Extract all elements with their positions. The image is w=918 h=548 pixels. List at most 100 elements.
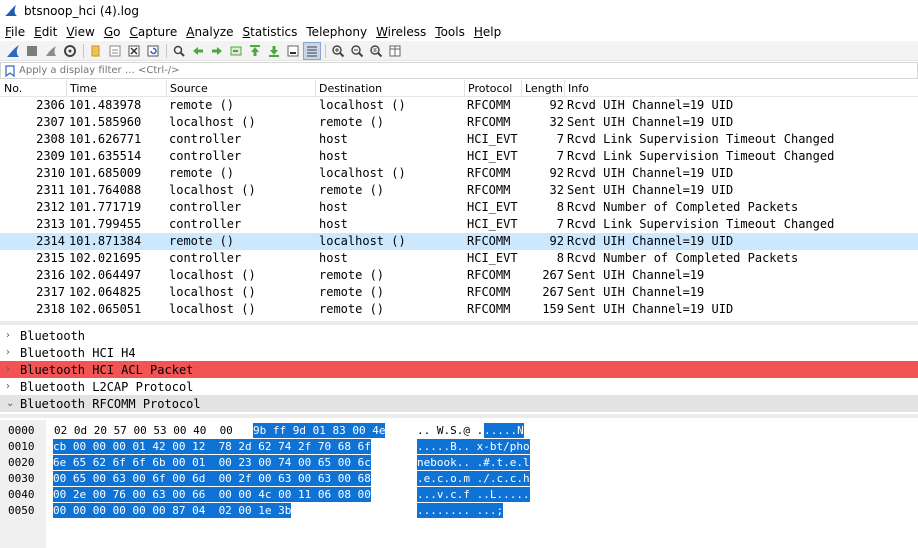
packet-row[interactable]: 2312 101.771719 controller host HCI_EVT 8 Rcvd… (0, 199, 918, 216)
menu-item[interactable]: File (0, 25, 29, 39)
start-capture-fin-icon[interactable] (4, 42, 22, 60)
column-header-protocol[interactable]: Protocol (468, 82, 512, 95)
collapsed-chevron-icon[interactable]: › (0, 347, 20, 358)
packet-row[interactable]: 2311 101.764088 localhost () remote () RFCOM… (0, 182, 918, 199)
menu-item[interactable]: Capture (124, 25, 181, 39)
bytes-ascii-plain[interactable]: .. W.S.@ . (417, 423, 483, 438)
bytes-hex-highlighted[interactable]: cb 00 00 00 01 42 00 12 78 2d 62 74 2f 7… (53, 439, 371, 454)
bytes-ascii-highlighted[interactable]: nebook.. .#.t.e.l (417, 455, 530, 470)
column-header-time[interactable]: Time (70, 82, 97, 95)
bytes-hex-highlighted[interactable]: 00 65 00 63 00 6f 00 6d 00 2f 00 63 00 6… (53, 471, 371, 486)
go-back-arrow-icon[interactable] (189, 42, 207, 60)
packet-source-cell: controller (169, 200, 242, 214)
stop-capture-icon[interactable] (23, 42, 41, 60)
capture-options-gear-icon[interactable] (61, 42, 79, 60)
menu-item[interactable]: Wireless (371, 25, 430, 39)
bytes-hex-highlighted[interactable]: 6e 65 62 6f 6f 6b 00 01 00 23 00 74 00 6… (53, 455, 371, 470)
pane-splitter[interactable] (0, 414, 918, 418)
menu-item[interactable]: Tools (430, 25, 469, 39)
packet-row[interactable]: 2310 101.685009 remote () localhost () RFCOM… (0, 165, 918, 182)
packet-no-cell: 2318 (36, 302, 65, 316)
packet-row[interactable]: 2307 101.585960 localhost () remote () RFCOM… (0, 114, 918, 131)
collapsed-chevron-icon[interactable]: › (0, 381, 20, 392)
bytes-ascii-highlighted[interactable]: ........ ...; (417, 503, 504, 518)
column-divider[interactable] (564, 80, 565, 97)
packet-protocol-cell: HCI_EVT (467, 200, 518, 214)
column-divider[interactable] (464, 80, 465, 97)
details-tree-item[interactable]: › Bluetooth HCI ACL Packet (0, 361, 918, 378)
bookmark-filter-icon[interactable] (5, 64, 15, 77)
open-folder-icon[interactable] (87, 42, 105, 60)
pane-splitter[interactable] (0, 321, 918, 325)
column-divider[interactable] (66, 80, 67, 97)
menu-item[interactable]: Help (469, 25, 505, 39)
restart-capture-icon[interactable] (42, 42, 60, 60)
resize-columns-icon[interactable] (386, 42, 404, 60)
details-tree-item[interactable]: › Bluetooth HCI H4 (0, 344, 918, 361)
expanded-chevron-icon[interactable]: ⌄ (0, 398, 20, 409)
first-packet-icon[interactable] (246, 42, 264, 60)
colorize-icon[interactable] (303, 41, 321, 60)
packet-row[interactable]: 2308 101.626771 controller host HCI_EVT 7 Rcvd… (0, 131, 918, 148)
menu-item-label: nalyze (194, 24, 234, 39)
zoom-in-icon[interactable] (329, 42, 347, 60)
packet-destination-cell: remote () (319, 183, 385, 197)
bytes-hex-plain[interactable]: 02 0d 20 57 00 53 00 40 00 (54, 424, 233, 437)
bytes-ascii-highlighted[interactable]: .....N (484, 423, 524, 438)
menu-item[interactable]: Analyze (181, 25, 237, 39)
display-filter-input[interactable] (19, 65, 899, 76)
packet-info-cell: Rcvd Link Supervision Timeout Changed (567, 132, 835, 146)
close-file-icon[interactable] (125, 42, 143, 60)
zoom-out-icon[interactable] (348, 42, 366, 60)
menu-item[interactable]: View (61, 25, 98, 39)
menu-item[interactable]: Edit (29, 25, 61, 39)
packet-row[interactable]: 2316 102.064497 localhost () remote () RFCOM… (0, 267, 918, 284)
details-tree-item[interactable]: ⌄ Bluetooth RFCOMM Protocol (0, 395, 918, 412)
bytes-ascii-highlighted[interactable]: .e.c.o.m ./.c.c.h (417, 471, 530, 486)
packet-protocol-cell: RFCOMM (467, 302, 511, 316)
column-header-source[interactable]: Source (170, 82, 208, 95)
menu-accelerator-key: E (34, 24, 42, 39)
column-header-no[interactable]: No. (4, 82, 22, 95)
column-header-destination[interactable]: Destination (319, 82, 382, 95)
normal-size-icon[interactable] (367, 42, 385, 60)
column-header-length[interactable]: Length (525, 82, 563, 95)
bytes-hex-highlighted[interactable]: 00 2e 00 76 00 63 00 66 00 00 4c 00 11 0… (53, 487, 371, 502)
packet-length-cell: 8 (556, 200, 564, 214)
reload-icon[interactable] (144, 42, 162, 60)
details-tree-item[interactable]: › Bluetooth (0, 327, 918, 344)
column-header-info[interactable]: Info (568, 82, 589, 95)
last-packet-icon[interactable] (265, 42, 283, 60)
menu-item[interactable]: Telephony (301, 25, 371, 39)
menu-item[interactable]: Go (99, 25, 125, 39)
save-file-icon[interactable] (106, 42, 124, 60)
find-packet-icon[interactable] (170, 42, 188, 60)
collapsed-chevron-icon[interactable]: › (0, 330, 20, 341)
go-forward-arrow-icon[interactable] (208, 42, 226, 60)
packet-source-cell: controller (169, 217, 242, 231)
column-divider[interactable] (166, 80, 167, 97)
packet-row[interactable]: 2309 101.635514 controller host HCI_EVT 7 Rcvd… (0, 148, 918, 165)
packet-row[interactable]: 2317 102.064825 localhost () remote () RFCOM… (0, 284, 918, 301)
column-divider[interactable] (521, 80, 522, 97)
packet-row[interactable]: 2314 101.871384 remote () localhost () RFCOM… (0, 233, 918, 250)
title-bar: btsnoop_hci (4).log (0, 0, 918, 22)
collapsed-chevron-icon[interactable]: › (0, 364, 20, 375)
column-divider[interactable] (315, 80, 316, 97)
packet-info-cell: Rcvd Link Supervision Timeout Changed (567, 149, 835, 163)
autoscroll-icon[interactable] (284, 42, 302, 60)
packet-source-cell: localhost () (169, 302, 256, 316)
packet-row[interactable]: 2313 101.799455 controller host HCI_EVT 7 Rcvd… (0, 216, 918, 233)
packet-list-header: No. Time Source Destination Protocol Len… (0, 80, 918, 97)
packet-row[interactable]: 2306 101.483978 remote () localhost () RFCOM… (0, 97, 918, 114)
packet-row[interactable]: 2318 102.065051 localhost () remote () RFCOM… (0, 301, 918, 318)
packet-row[interactable]: 2315 102.021695 controller host HCI_EVT 8 Rcvd… (0, 250, 918, 267)
bytes-hex-highlighted[interactable]: 9b ff 9d 01 83 00 4e (253, 423, 386, 438)
details-tree-item[interactable]: › Bluetooth L2CAP Protocol (0, 378, 918, 395)
bytes-ascii-highlighted[interactable]: ...v.c.f ..L..... (417, 487, 530, 502)
menu-item[interactable]: Statistics (238, 25, 302, 39)
go-to-packet-icon[interactable] (227, 42, 245, 60)
bytes-ascii-highlighted[interactable]: .....B.. x-bt/pho (417, 439, 530, 454)
bytes-offset: 0030 (8, 472, 35, 485)
bytes-hex-highlighted[interactable]: 00 00 00 00 00 00 87 04 02 00 1e 3b (53, 503, 292, 518)
